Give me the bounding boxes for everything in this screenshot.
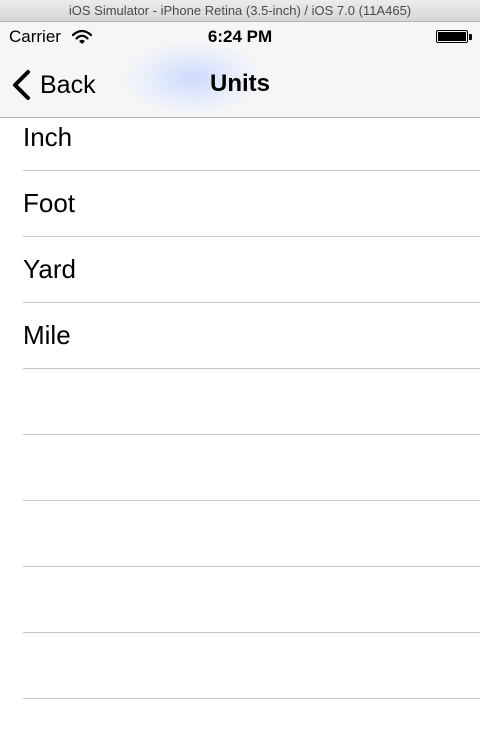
list-item-label: Yard (23, 254, 76, 284)
empty-row (0, 567, 480, 633)
window-title: iOS Simulator - iPhone Retina (3.5-inch)… (68, 3, 412, 18)
empty-row (0, 633, 480, 699)
navigation-bar: Carrier 6:24 PM Back Units (0, 22, 480, 118)
units-table: Inch Foot Yard Mile (0, 119, 480, 699)
window-title-bar: iOS Simulator - iPhone Retina (3.5-inch)… (0, 0, 480, 22)
list-item-label: Mile (23, 320, 71, 350)
list-item[interactable]: Mile (0, 303, 480, 369)
battery-icon (436, 30, 468, 43)
nav-title: Units (210, 70, 270, 97)
list-item[interactable]: Yard (0, 237, 480, 303)
empty-row (0, 435, 480, 501)
empty-row (0, 369, 480, 435)
list-item-label: Foot (23, 188, 76, 218)
status-time: 6:24 PM (207, 27, 273, 46)
list-item-label: Inch (23, 122, 73, 152)
battery-tip (469, 34, 472, 40)
list-item[interactable]: Foot (0, 171, 480, 237)
status-bar: Carrier 6:24 PM (0, 22, 480, 54)
list-item[interactable]: Inch (0, 119, 480, 171)
empty-row (0, 501, 480, 567)
row-separator (23, 698, 480, 699)
simulator-screen: Carrier 6:24 PM Back Units Inch Foot Yar… (0, 22, 480, 742)
